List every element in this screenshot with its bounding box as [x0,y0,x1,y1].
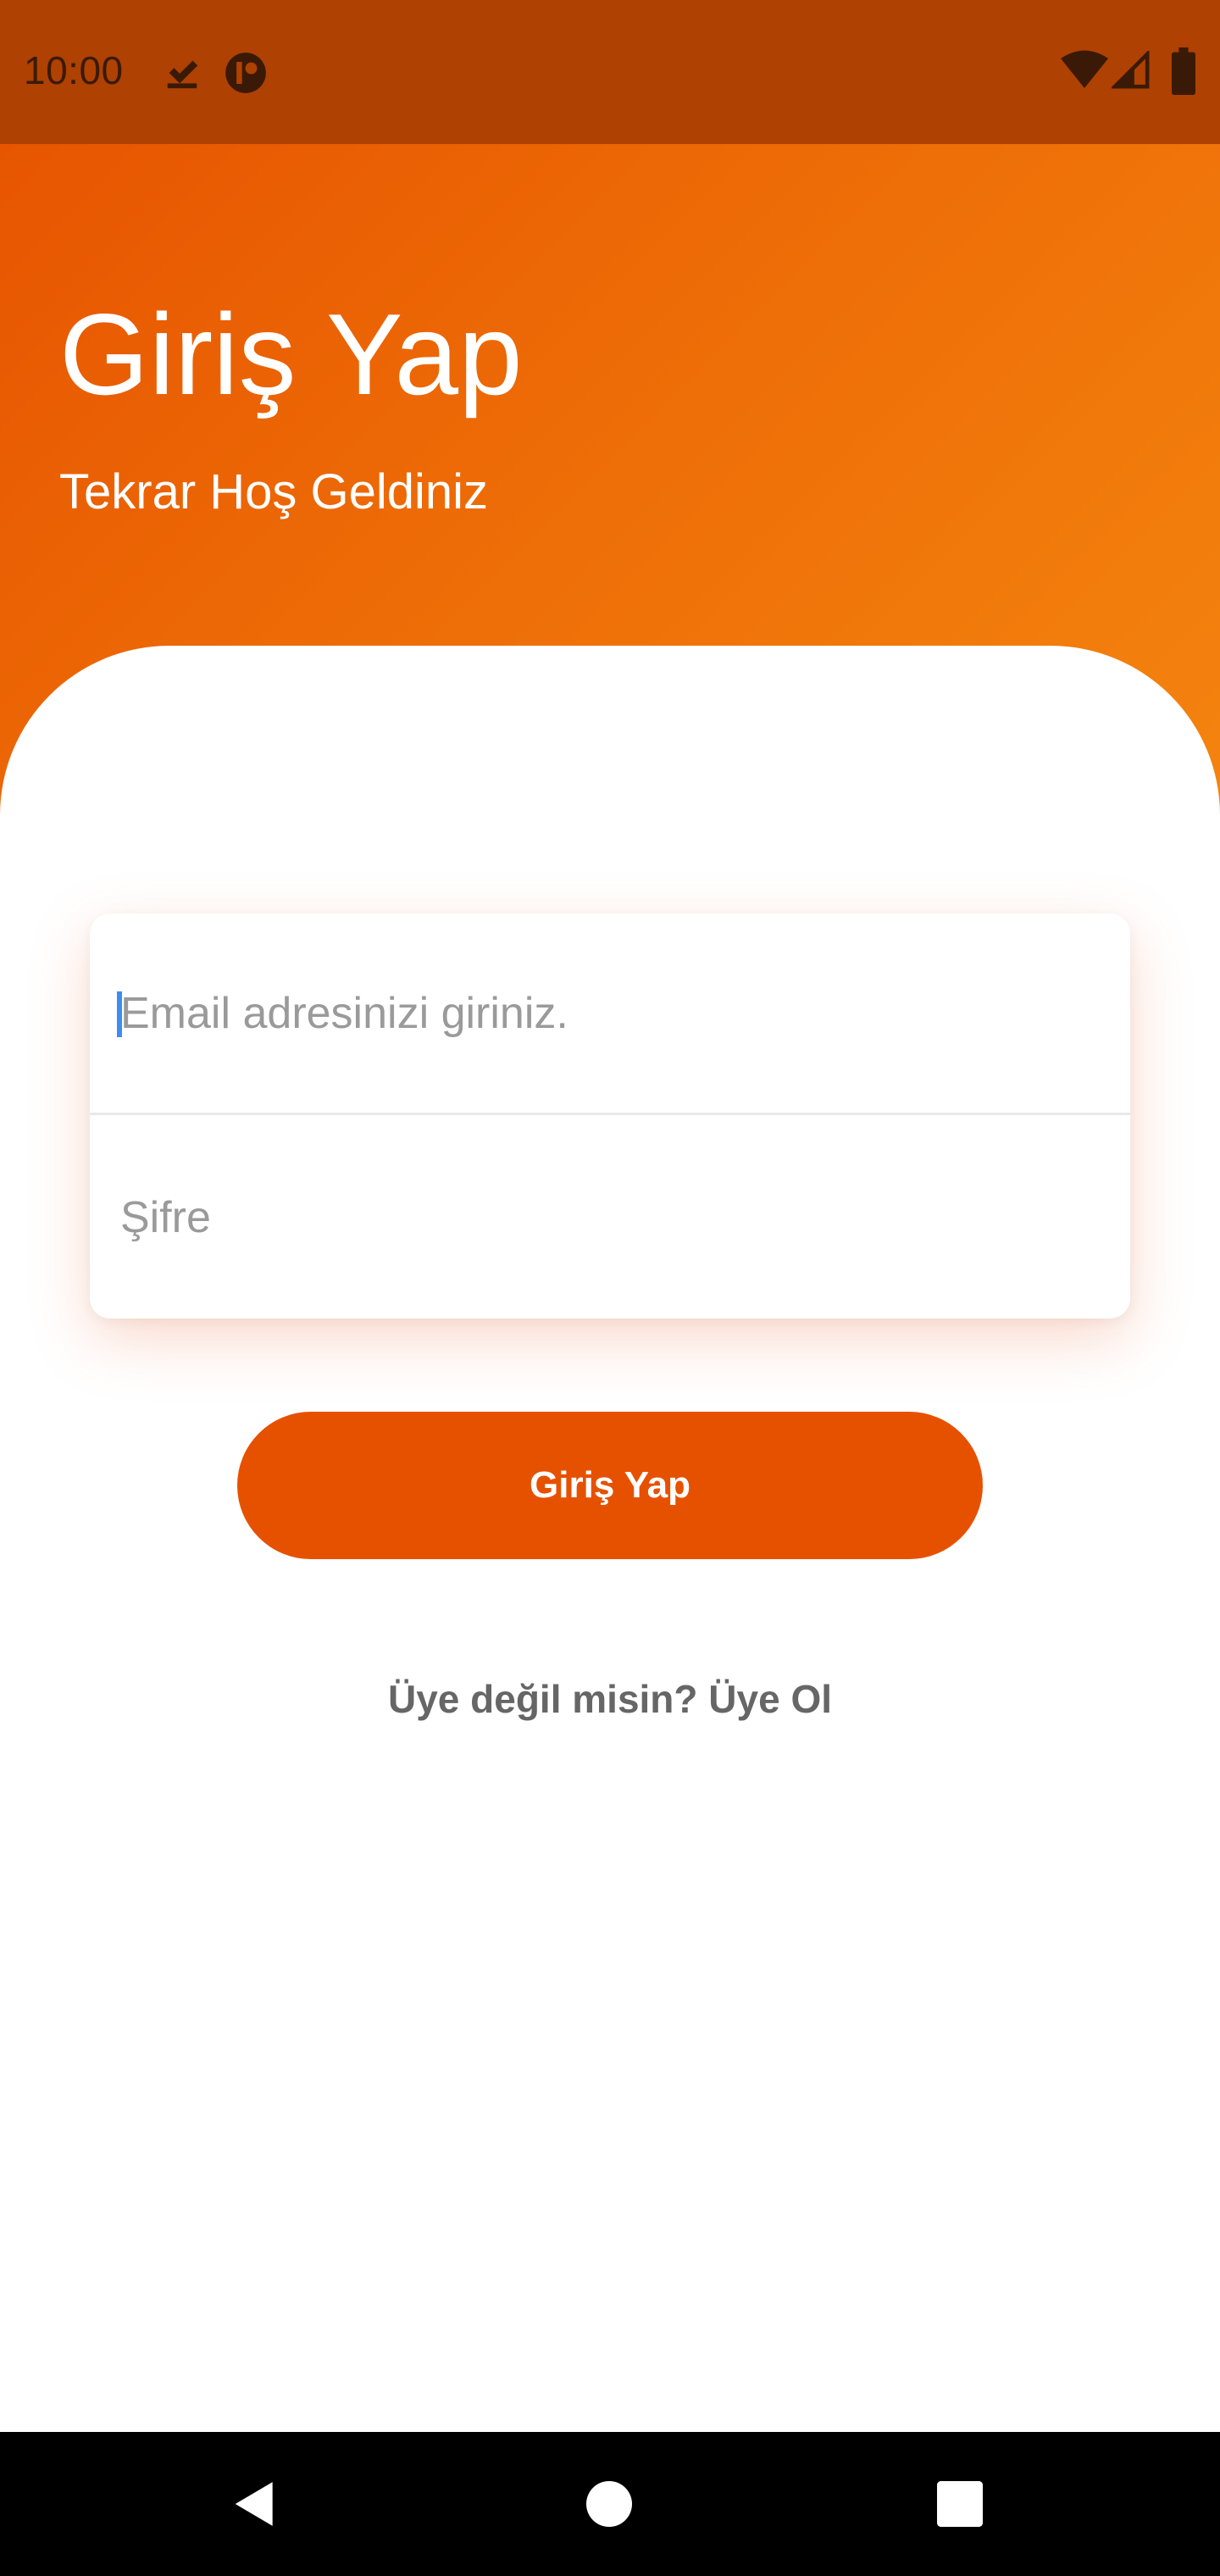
login-button[interactable]: Giriş Yap [237,1412,983,1559]
status-bar: 10:00 [0,0,1220,144]
back-icon[interactable] [229,2478,281,2534]
page-subtitle: Tekrar Hoş Geldiniz [59,464,489,519]
navigation-bar [0,2432,1220,2576]
page-title: Giriş Yap [59,290,523,419]
app-notification-icon [224,51,268,99]
signup-link[interactable]: Üye değil misin? Üye Ol [0,1676,1220,1722]
wifi-icon [1061,49,1108,96]
password-field-row [90,1117,1130,1319]
email-input[interactable] [119,986,1096,1040]
download-done-icon [163,53,202,96]
recents-icon[interactable] [937,2481,983,2531]
text-cursor [117,991,122,1037]
home-icon[interactable] [586,2481,632,2531]
cellular-signal-icon [1110,49,1151,94]
password-input[interactable] [119,1191,1096,1244]
email-field-row [90,913,1130,1115]
login-form-card [90,913,1130,1319]
battery-icon [1169,47,1198,99]
status-time: 10:00 [24,48,124,92]
